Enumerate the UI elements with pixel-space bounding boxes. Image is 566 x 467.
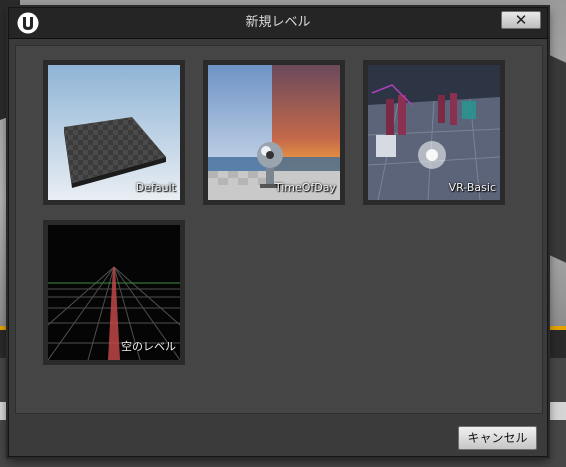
template-tile-timeofday[interactable]: TimeOfDay [203,60,345,205]
template-tile-empty-level[interactable]: 空のレベル [43,220,185,365]
close-icon: ✕ [514,11,528,29]
dialog-title: 新規レベル [245,15,311,30]
template-tile-default[interactable]: Default [43,60,185,205]
cancel-button[interactable]: キャンセル [458,426,537,450]
close-button[interactable]: ✕ [501,11,541,29]
template-tile-vr-basic[interactable]: VR-Basic [363,60,505,205]
template-label: VR-Basic [448,181,496,194]
template-grid: Default TimeOfDay VR-Basic 空のレベル [15,45,543,414]
template-label: TimeOfDay [274,181,336,194]
template-label: 空のレベル [121,340,176,353]
template-thumbnail-vr-basic [368,65,500,200]
dialog-titlebar[interactable]: 新規レベル ✕ [9,8,547,39]
new-level-dialog: 新規レベル ✕ Default TimeOfDay VR-Basic 空のレベル… [8,7,548,457]
template-label: Default [135,181,176,194]
template-thumbnail-timeofday [208,65,340,200]
template-thumbnail-default [48,65,180,200]
